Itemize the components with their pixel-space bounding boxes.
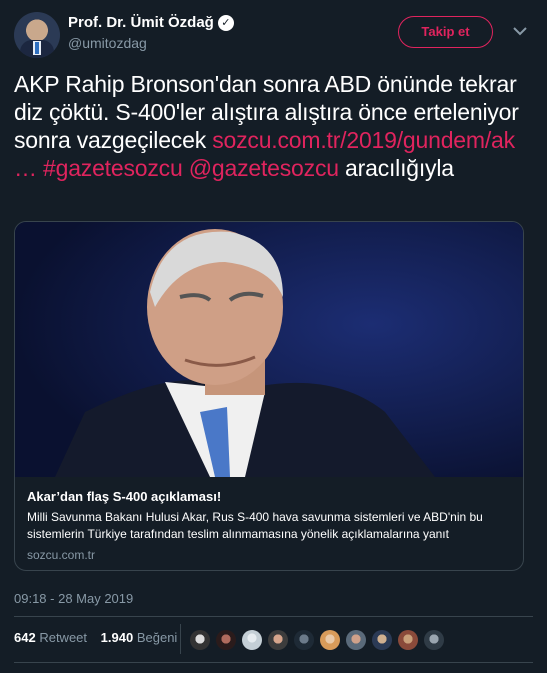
- mention-link[interactable]: @gazetesozcu: [189, 155, 339, 181]
- tweet-header: Prof. Dr. Ümit Özdağ ✓ @umitozdag Takip e…: [14, 10, 534, 58]
- user-handle[interactable]: @umitozdag: [68, 35, 234, 51]
- liker-avatar[interactable]: [320, 630, 340, 650]
- liker-avatar[interactable]: [424, 630, 444, 650]
- stats-separator: [180, 624, 181, 654]
- tweet-timestamp[interactable]: 09:18 - 28 May 2019: [14, 591, 133, 606]
- like-count[interactable]: 1.940: [101, 630, 134, 645]
- user-block: Prof. Dr. Ümit Özdağ ✓ @umitozdag: [68, 14, 234, 51]
- liker-avatar[interactable]: [190, 630, 210, 650]
- liker-avatar[interactable]: [294, 630, 314, 650]
- link-card[interactable]: Akar’dan flaş S-400 açıklaması! Milli Sa…: [14, 221, 524, 571]
- card-title[interactable]: Akar’dan flaş S-400 açıklaması!: [27, 489, 513, 504]
- via-text: aracılığıyla: [345, 155, 454, 181]
- liker-avatar[interactable]: [242, 630, 262, 650]
- retweet-count[interactable]: 642: [14, 630, 36, 645]
- tweet-text: AKP Rahip Bronson'dan sonra ABD önünde t…: [14, 70, 534, 182]
- verified-badge-icon: ✓: [217, 14, 234, 31]
- chevron-down-icon[interactable]: [511, 22, 529, 40]
- card-description: Milli Savunma Bakanı Hulusi Akar, Rus S-…: [27, 510, 483, 541]
- retweet-label[interactable]: Retweet: [39, 630, 87, 645]
- display-name[interactable]: Prof. Dr. Ümit Özdağ: [68, 14, 214, 31]
- avatar[interactable]: [14, 12, 60, 58]
- liker-avatar[interactable]: [216, 630, 236, 650]
- follow-button[interactable]: Takip et: [398, 16, 493, 48]
- liker-avatar[interactable]: [372, 630, 392, 650]
- card-body: Akar’dan flaş S-400 açıklaması! Milli Sa…: [15, 477, 523, 562]
- tweet-stats: 642 Retweet 1.940 Beğeni: [14, 630, 187, 650]
- hashtag-link[interactable]: #gazetesozcu: [43, 155, 183, 181]
- card-domain: sozcu.com.tr: [27, 548, 96, 562]
- liker-avatar[interactable]: [398, 630, 418, 650]
- card-image: [15, 222, 523, 477]
- divider: [14, 616, 533, 617]
- liker-avatar[interactable]: [346, 630, 366, 650]
- liker-avatar[interactable]: [268, 630, 288, 650]
- like-label[interactable]: Beğeni: [137, 630, 177, 645]
- divider: [14, 662, 533, 663]
